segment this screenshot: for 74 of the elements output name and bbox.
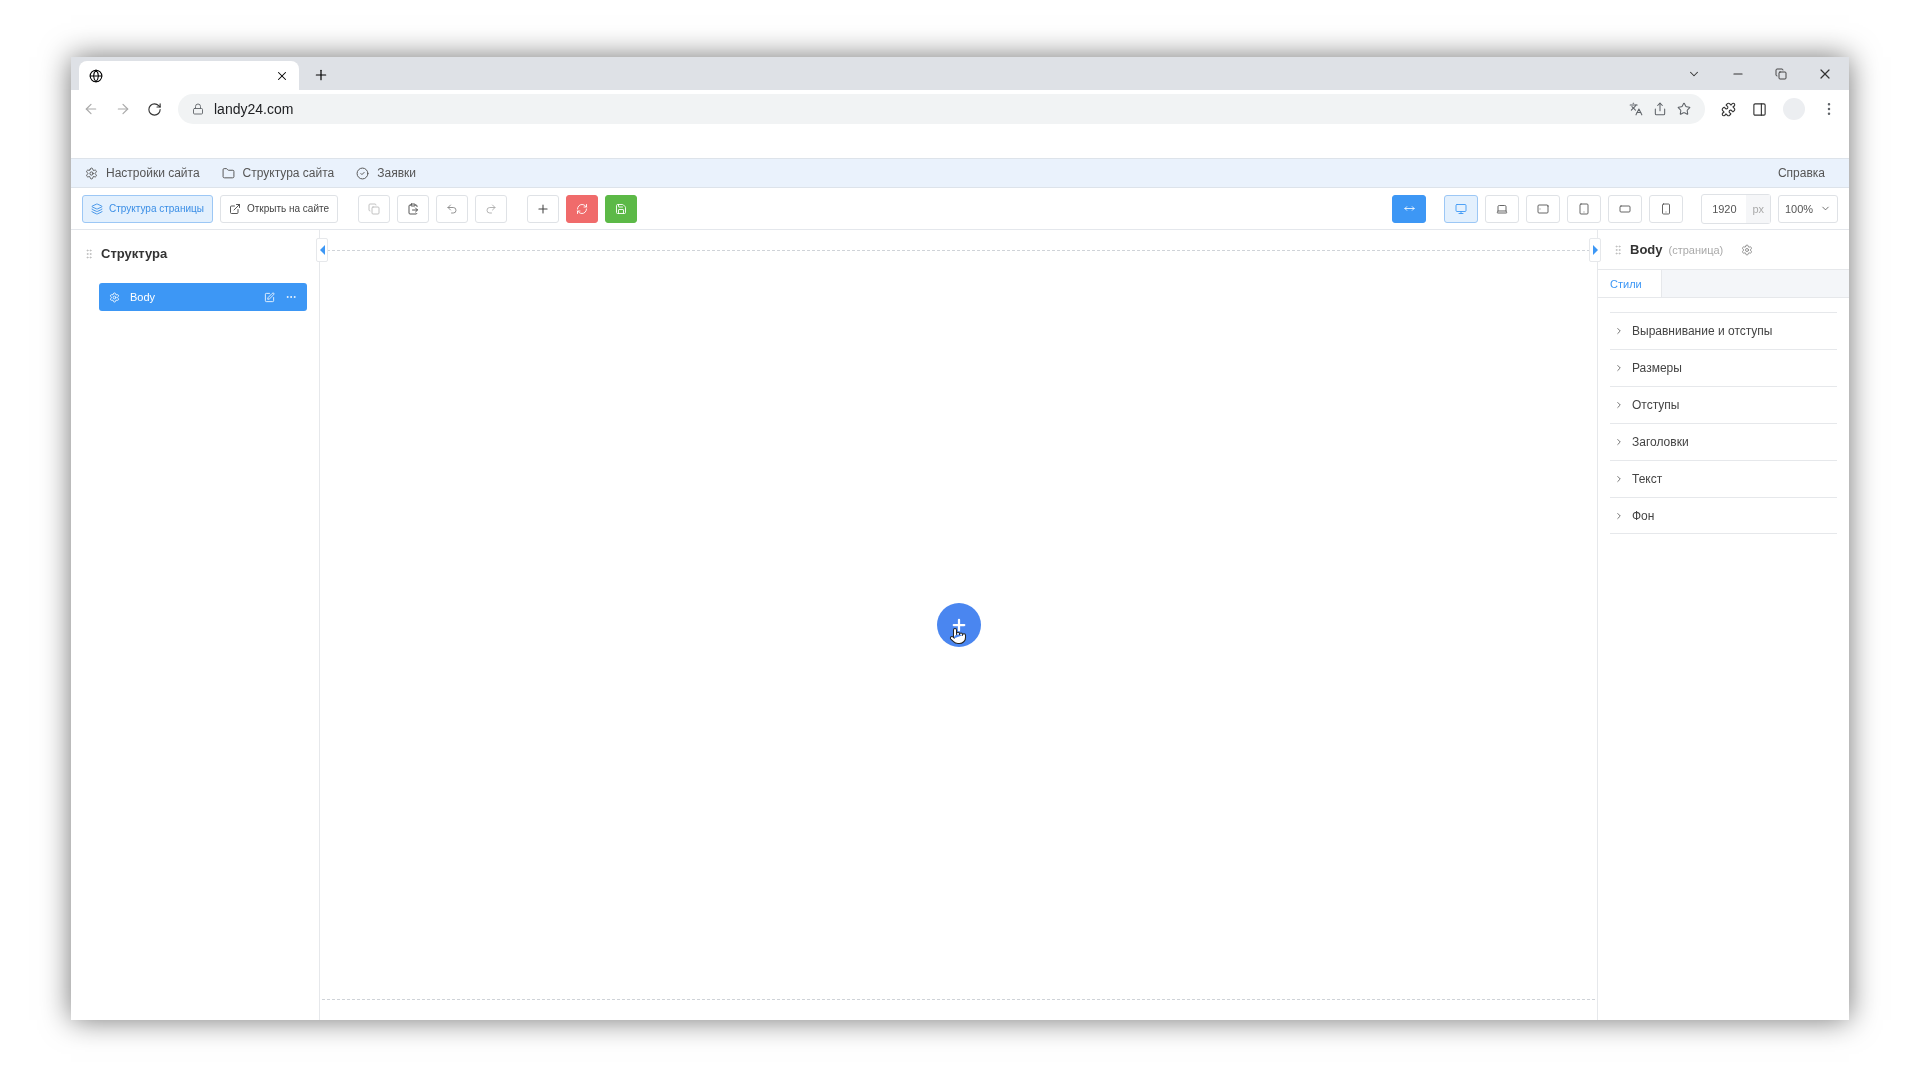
edit-icon[interactable] bbox=[264, 291, 275, 303]
device-button[interactable] bbox=[1444, 194, 1479, 223]
layers-icon bbox=[91, 202, 103, 215]
zoom-select[interactable]: 100% bbox=[1778, 194, 1838, 223]
chevron-right-icon bbox=[1614, 326, 1624, 336]
translate-icon[interactable] bbox=[1629, 102, 1643, 116]
undo-button[interactable] bbox=[436, 194, 469, 223]
tablet-icon bbox=[1578, 202, 1591, 215]
save-button[interactable] bbox=[605, 194, 638, 223]
side-panel-icon[interactable] bbox=[1752, 101, 1767, 117]
menu-item[interactable]: Настройки сайта bbox=[85, 166, 200, 180]
drag-handle-icon[interactable] bbox=[83, 247, 95, 260]
settings-icon[interactable] bbox=[1741, 243, 1754, 256]
url-text: landy24.com bbox=[214, 101, 294, 117]
folder-icon bbox=[221, 166, 235, 180]
panel-title: Структура bbox=[101, 246, 168, 261]
undo-icon bbox=[446, 202, 459, 215]
phone-icon bbox=[1660, 202, 1673, 215]
hand-cursor-icon bbox=[948, 627, 967, 645]
phone-icon bbox=[1619, 202, 1632, 215]
chevron-right-icon bbox=[1614, 510, 1624, 521]
restore-icon[interactable] bbox=[1775, 67, 1787, 80]
address-bar[interactable]: landy24.com bbox=[178, 94, 1705, 124]
lock-icon bbox=[192, 103, 204, 115]
check-circle-icon bbox=[356, 166, 370, 180]
add-button[interactable] bbox=[527, 194, 560, 223]
element-name: Body bbox=[1630, 242, 1663, 257]
paste-icon bbox=[407, 202, 420, 215]
copy-button[interactable] bbox=[358, 194, 391, 223]
plus-icon bbox=[536, 201, 551, 216]
redo-icon bbox=[485, 202, 498, 215]
monitor-icon bbox=[1455, 202, 1468, 215]
puzzle-icon[interactable] bbox=[1721, 101, 1736, 117]
chevron-right-icon bbox=[1614, 363, 1624, 373]
share-icon[interactable] bbox=[1653, 102, 1667, 116]
paste-button[interactable] bbox=[397, 194, 430, 223]
device-button[interactable] bbox=[1608, 194, 1643, 223]
redo-button[interactable] bbox=[475, 194, 508, 223]
chevron-right-icon bbox=[1614, 437, 1624, 447]
fit-width-button[interactable] bbox=[1392, 194, 1427, 223]
external-link-icon bbox=[228, 202, 241, 215]
chevron-right-icon bbox=[1614, 474, 1624, 484]
element-type: (страница) bbox=[1668, 243, 1724, 256]
reload-icon[interactable] bbox=[147, 101, 162, 117]
device-button[interactable] bbox=[1526, 194, 1561, 223]
open-on-site-button[interactable]: Открыть на сайте bbox=[219, 194, 339, 223]
laptop-icon bbox=[1496, 202, 1509, 215]
drag-handle-icon[interactable] bbox=[1612, 243, 1624, 256]
menu-item[interactable]: Заявки bbox=[356, 166, 417, 180]
copy-icon bbox=[368, 202, 381, 215]
tablet-icon bbox=[1537, 202, 1550, 215]
add-block-button[interactable] bbox=[936, 603, 981, 647]
menu-item[interactable]: Структура сайта bbox=[221, 166, 335, 180]
back-icon[interactable] bbox=[83, 101, 99, 117]
width-field[interactable]: 1920 px bbox=[1701, 193, 1771, 224]
device-button[interactable] bbox=[1485, 194, 1520, 223]
collapse-right-handle[interactable] bbox=[1589, 238, 1601, 262]
refresh-icon bbox=[576, 202, 589, 215]
forward-icon[interactable] bbox=[115, 101, 131, 117]
settings-icon bbox=[85, 166, 98, 180]
star-icon[interactable] bbox=[1677, 102, 1691, 116]
collapse-left-handle[interactable] bbox=[316, 238, 328, 262]
triangle-left-icon bbox=[319, 245, 325, 255]
accordion-section[interactable]: Фон bbox=[1610, 497, 1837, 534]
device-button[interactable] bbox=[1649, 194, 1684, 223]
globe-icon bbox=[89, 68, 103, 83]
chevron-right-icon bbox=[1614, 400, 1624, 410]
save-icon bbox=[615, 202, 628, 215]
device-button[interactable] bbox=[1567, 194, 1602, 223]
refresh-button[interactable] bbox=[566, 194, 599, 223]
triangle-right-icon bbox=[1592, 245, 1598, 255]
new-tab-icon[interactable] bbox=[313, 67, 329, 83]
fit-width-icon bbox=[1403, 203, 1415, 214]
help-link[interactable]: Справка bbox=[1777, 166, 1835, 180]
